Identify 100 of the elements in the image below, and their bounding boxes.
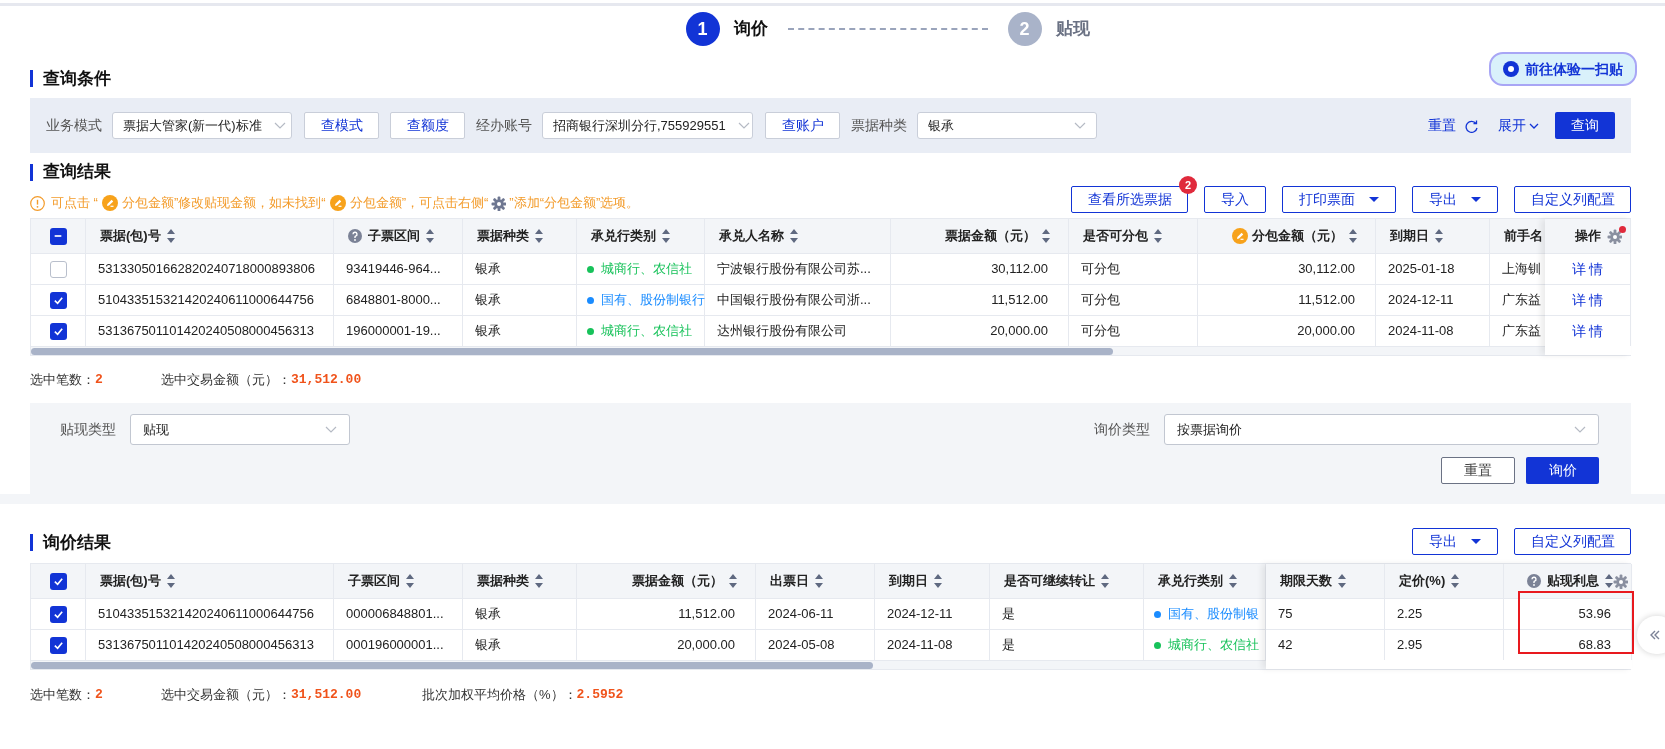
- button[interactable]: 导出: [1412, 186, 1498, 213]
- chevron-down-icon: [1074, 122, 1086, 129]
- table-cell-text: 20,000.00: [677, 636, 735, 655]
- column-header: 前手名: [1504, 227, 1543, 246]
- table-cell-text: 2024-06-11: [768, 605, 834, 624]
- field-label: 业务模式: [46, 116, 102, 135]
- select-field[interactable]: 按票据询价: [1164, 414, 1599, 445]
- expand-link[interactable]: 展开: [1498, 115, 1539, 136]
- button[interactable]: 查额度: [390, 112, 465, 139]
- table-cell-text: 68.83: [1578, 636, 1611, 655]
- sort-icon[interactable]: [426, 229, 434, 243]
- table-cell-text: 上海钏: [1502, 260, 1541, 279]
- sort-icon[interactable]: [535, 574, 543, 588]
- pen-icon: [101, 195, 118, 211]
- sort-icon[interactable]: [815, 574, 823, 588]
- table-cell-text: 中国银行股份有限公司浙...: [717, 291, 871, 310]
- table-cell-text: 是: [1002, 605, 1015, 624]
- checkbox[interactable]: [49, 636, 67, 654]
- checkbox[interactable]: [49, 227, 67, 245]
- step-label: 贴现: [1055, 18, 1090, 41]
- sort-icon[interactable]: [406, 574, 414, 588]
- checkbox[interactable]: [49, 572, 67, 590]
- details-link[interactable]: 详 情: [1571, 258, 1604, 280]
- sort-icon[interactable]: [1042, 229, 1050, 243]
- select-field[interactable]: 票据大管家(新一代)标准: [112, 112, 292, 139]
- button[interactable]: 查账户: [765, 112, 840, 139]
- table-cell-text: 银承: [475, 322, 501, 341]
- button[interactable]: 导出: [1412, 528, 1498, 555]
- select-field[interactable]: 银承: [917, 112, 1097, 139]
- summary-value: 31,512.00: [291, 686, 362, 705]
- table-cell-text: 2024-05-08: [768, 636, 835, 655]
- button[interactable]: 自定义列配置: [1514, 528, 1631, 555]
- table-cell-text: 510433515321420240611000644756: [98, 291, 314, 310]
- table-cell-text: 11,512.00: [991, 291, 1048, 310]
- reset-button[interactable]: 重置: [1441, 457, 1515, 484]
- sort-icon[interactable]: [1101, 574, 1109, 588]
- sort-icon[interactable]: [1338, 574, 1346, 588]
- category-text: 国有、股份制银行: [601, 291, 705, 310]
- table-cell-text: 196000001-19...: [346, 322, 441, 341]
- column-header: 承兑行类别: [591, 227, 656, 246]
- checkbox[interactable]: [49, 605, 67, 623]
- button[interactable]: 打印票面: [1282, 186, 1396, 213]
- warning-icon: [30, 195, 45, 211]
- sort-icon[interactable]: [166, 229, 175, 243]
- settings-icon[interactable]: [1607, 229, 1622, 244]
- table-cell-text: 银承: [475, 291, 501, 310]
- promo-button[interactable]: 前往体验一扫贴: [1489, 52, 1637, 86]
- sort-icon[interactable]: [662, 229, 670, 243]
- checkbox[interactable]: [49, 291, 67, 309]
- sort-icon[interactable]: [1605, 574, 1613, 588]
- section-title: 查询结果: [43, 161, 111, 184]
- details-link[interactable]: 详 情: [1571, 320, 1604, 342]
- sort-icon[interactable]: [535, 229, 543, 243]
- table-cell-text: 531330501662820240718000893806: [98, 260, 315, 279]
- quote-button[interactable]: 询价: [1526, 457, 1599, 484]
- button[interactable]: 自定义列配置: [1514, 186, 1631, 213]
- column-header: 分包金额（元）: [1252, 227, 1343, 246]
- collapse-handle[interactable]: [1637, 616, 1665, 654]
- notice-text: ”添加“分包金额”选项。: [509, 194, 640, 213]
- settings-icon[interactable]: [1613, 574, 1628, 589]
- double-chevron-icon: [1649, 630, 1660, 640]
- column-header: 票据种类: [477, 227, 529, 246]
- button[interactable]: 查模式: [304, 112, 379, 139]
- select-field[interactable]: 贴现: [130, 414, 350, 445]
- notice-text: 分包金额”修改贴现金额，如未找到“: [121, 194, 326, 213]
- chevron-down-icon: [325, 426, 337, 433]
- table-cell-text: 2024-12-11: [1388, 291, 1454, 310]
- checkbox[interactable]: [49, 260, 67, 278]
- sort-icon[interactable]: [729, 574, 737, 588]
- sort-icon[interactable]: [1154, 229, 1162, 243]
- scrollbar[interactable]: [31, 347, 1113, 355]
- sort-icon[interactable]: [1451, 574, 1460, 588]
- column-header: 是否可继续转让: [1004, 572, 1095, 591]
- summary-value: 2.5952: [576, 686, 624, 705]
- sort-icon[interactable]: [1349, 229, 1357, 243]
- sort-icon[interactable]: [166, 574, 175, 588]
- column-header: 票据(包)号: [100, 572, 161, 591]
- summary-label: 选中笔数：: [30, 371, 95, 390]
- table-cell-text: 510433515321420240611000644756: [98, 605, 314, 624]
- sort-icon[interactable]: [934, 574, 942, 588]
- sort-icon[interactable]: [1229, 574, 1237, 588]
- sort-icon[interactable]: [1435, 229, 1443, 243]
- select-field[interactable]: 招商银行深圳分行,755929551: [542, 112, 753, 139]
- query-button[interactable]: 查询: [1555, 112, 1615, 139]
- sort-icon[interactable]: [790, 229, 798, 243]
- summary-label: 选中笔数：: [30, 686, 95, 705]
- table-cell-text: 6848801-8000...: [346, 291, 441, 310]
- details-link[interactable]: 详 情: [1571, 289, 1604, 311]
- table-cell-text: 53.96: [1578, 605, 1611, 624]
- button[interactable]: 导入: [1204, 186, 1266, 213]
- title-bar: [30, 533, 33, 551]
- scrollbar[interactable]: [31, 661, 873, 669]
- column-header: 到期日: [889, 572, 928, 591]
- table-cell-text: 可分包: [1081, 322, 1120, 341]
- checkbox[interactable]: [49, 322, 67, 340]
- reset-link[interactable]: 重置: [1428, 115, 1478, 136]
- column-header: 是否可分包: [1083, 227, 1148, 246]
- column-header: 票据(包)号: [100, 227, 161, 246]
- column-header: 出票日: [770, 572, 809, 591]
- check-icon: [52, 639, 64, 651]
